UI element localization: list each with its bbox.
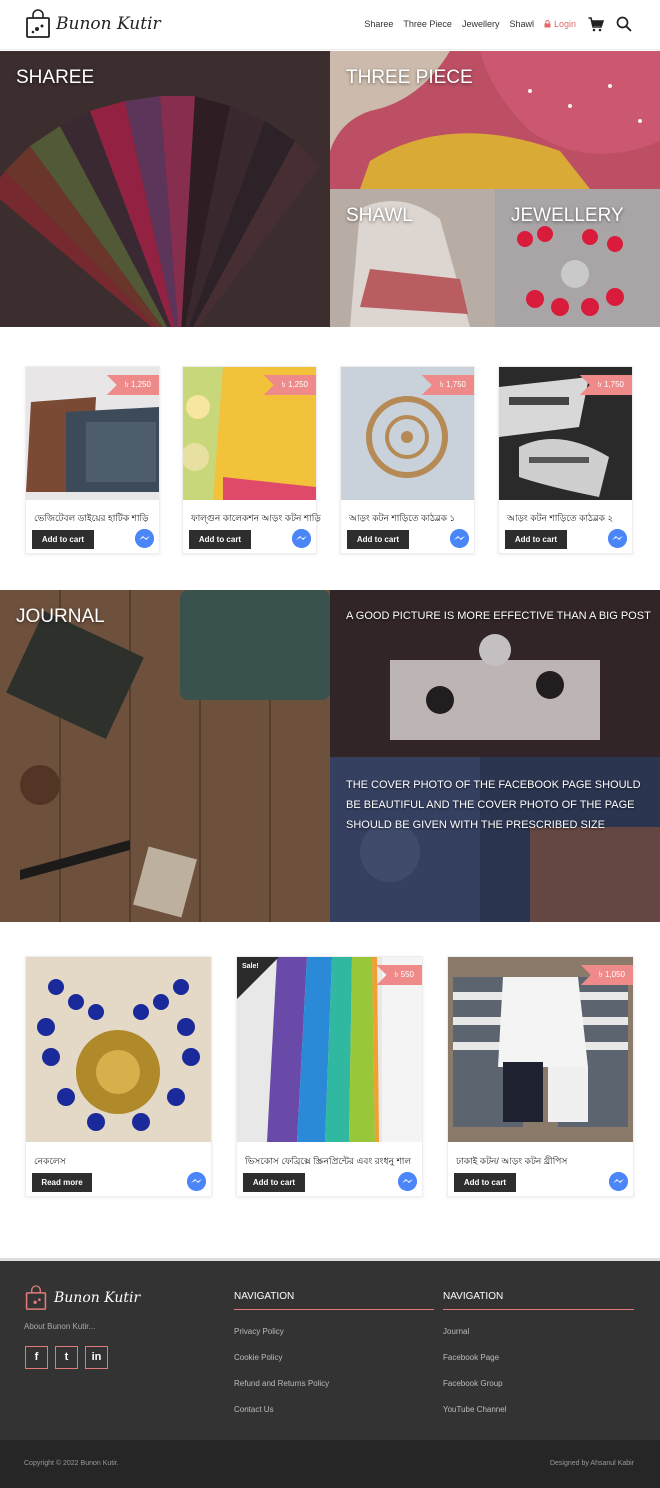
category-label-shawl: SHAWL xyxy=(346,205,413,226)
product-title[interactable]: নেকলেস xyxy=(34,1154,66,1169)
site-header: Bunon Kutir Sharee Three Piece Jewellery… xyxy=(0,0,660,50)
main-nav: Sharee Three Piece Jewellery Shawl Login xyxy=(354,16,632,32)
sale-label: Sale! xyxy=(242,963,259,970)
product-title[interactable]: আড়ং কটন শাড়িতে কাঠব্লক ১ xyxy=(349,511,455,526)
search-icon[interactable] xyxy=(616,16,632,32)
journal-post[interactable]: THE COVER PHOTO OF THE FACEBOOK PAGE SHO… xyxy=(330,757,660,922)
journal-image xyxy=(0,590,330,922)
product-title[interactable]: ঢাকাই কটন/ আড়ং কটন থ্রীপিস xyxy=(456,1154,567,1169)
brand-name: Bunon Kutir xyxy=(56,14,161,34)
nav-shawl[interactable]: Shawl xyxy=(509,19,534,29)
journal-post-title[interactable]: THE COVER PHOTO OF THE FACEBOOK PAGE SHO… xyxy=(346,775,646,835)
add-to-cart-button[interactable]: Add to cart xyxy=(347,530,409,549)
lock-icon xyxy=(544,20,551,28)
category-label-jewellery: JEWELLERY xyxy=(511,205,624,226)
category-sharee[interactable]: SHAREE xyxy=(0,51,330,327)
product-card[interactable]: ৳ 1,050 ঢাকাই কটন/ আড়ং কটন থ্রীপিস Add … xyxy=(447,956,634,1197)
messenger-icon[interactable] xyxy=(187,1172,206,1191)
messenger-icon[interactable] xyxy=(450,529,469,548)
product-title[interactable]: ফাল্গুন কালেকশন আড়ং কটন শাড়ি xyxy=(191,511,321,526)
journal-post[interactable]: A GOOD PICTURE IS MORE EFFECTIVE THAN A … xyxy=(330,590,660,757)
nav-jewellery[interactable]: Jewellery xyxy=(462,19,500,29)
messenger-icon[interactable] xyxy=(292,529,311,548)
product-title[interactable]: আড়ং কটন শাড়িতে কাঠব্লক ২ xyxy=(507,511,613,526)
messenger-icon[interactable] xyxy=(135,529,154,548)
cart-icon[interactable] xyxy=(588,16,604,32)
facebook-icon[interactable]: f xyxy=(25,1346,48,1369)
nav-three-piece[interactable]: Three Piece xyxy=(403,19,452,29)
nav-sharee[interactable]: Sharee xyxy=(364,19,393,29)
category-jewellery[interactable]: JEWELLERY xyxy=(495,189,660,327)
copyright-text: Copyright © 2022 Bunon Kutir. xyxy=(24,1460,119,1467)
footer-link-contact[interactable]: Contact Us xyxy=(234,1405,434,1414)
login-label: Login xyxy=(553,19,576,29)
twitter-icon[interactable]: t xyxy=(55,1346,78,1369)
journal-post-title[interactable]: A GOOD PICTURE IS MORE EFFECTIVE THAN A … xyxy=(346,610,651,622)
footer-nav-1: NAVIGATION Privacy Policy Cookie Policy … xyxy=(234,1291,434,1414)
add-to-cart-button[interactable]: Add to cart xyxy=(243,1173,305,1192)
footer-link-facebook-page[interactable]: Facebook Page xyxy=(443,1353,634,1362)
footer-brand: Bunon Kutir xyxy=(54,1290,141,1306)
product-title[interactable]: ভিসকোস ফেব্রিক্সে স্ক্রিনপ্রিন্টের এবং র… xyxy=(245,1154,411,1169)
footer-nav-heading: NAVIGATION xyxy=(234,1291,434,1310)
product-image xyxy=(26,957,211,1142)
journal-title: JOURNAL xyxy=(16,606,105,627)
designer-credit[interactable]: Designed by Ahsanul Kabir xyxy=(550,1460,634,1467)
category-three-piece[interactable]: THREE PIECE xyxy=(330,51,660,189)
shopping-bag-icon xyxy=(26,9,50,38)
product-card[interactable]: নেকলেস Read more xyxy=(25,956,212,1197)
product-card[interactable]: ৳ 1,250 ফাল্গুন কালেকশন আড়ং কটন শাড়ি A… xyxy=(182,366,321,554)
shopping-bag-icon xyxy=(25,1285,47,1310)
category-label-sharee: SHAREE xyxy=(16,67,95,88)
messenger-icon[interactable] xyxy=(609,1172,628,1191)
add-to-cart-button[interactable]: Add to cart xyxy=(454,1173,516,1192)
footer-nav-2: NAVIGATION Journal Facebook Page Faceboo… xyxy=(443,1291,634,1414)
product-title[interactable]: ভেজিটেবল ডাইয়ের হাটিক শাড়ি xyxy=(34,511,149,526)
add-to-cart-button[interactable]: Add to cart xyxy=(505,530,567,549)
product-card[interactable]: ৳ 1,750 আড়ং কটন শাড়িতে কাঠব্লক ১ Add t… xyxy=(340,366,475,554)
footer-link-journal[interactable]: Journal xyxy=(443,1327,634,1336)
site-footer: Bunon Kutir About Bunon Kutir... f t in … xyxy=(0,1258,660,1440)
footer-logo[interactable]: Bunon Kutir xyxy=(24,1285,140,1311)
login-link[interactable]: Login xyxy=(544,19,576,29)
product-card[interactable]: ৳ 1,750 আড়ং কটন শাড়িতে কাঠব্লক ২ Add t… xyxy=(498,366,633,554)
copyright-bar: Copyright © 2022 Bunon Kutir. Designed b… xyxy=(0,1440,660,1488)
add-to-cart-button[interactable]: Add to cart xyxy=(32,530,94,549)
journal-section[interactable]: JOURNAL xyxy=(0,590,330,922)
messenger-icon[interactable] xyxy=(398,1172,417,1191)
add-to-cart-button[interactable]: Add to cart xyxy=(189,530,251,549)
category-shawl[interactable]: SHAWL xyxy=(330,189,495,327)
footer-link-youtube[interactable]: YouTube Channel xyxy=(443,1405,634,1414)
footer-link-refund[interactable]: Refund and Returns Policy xyxy=(234,1379,434,1388)
messenger-icon[interactable] xyxy=(608,529,627,548)
product-card[interactable]: Sale! ৳ 550 ভিসকোস ফেব্রিক্সে স্ক্রিনপ্র… xyxy=(236,956,423,1197)
read-more-button[interactable]: Read more xyxy=(32,1173,92,1192)
footer-link-cookie[interactable]: Cookie Policy xyxy=(234,1353,434,1362)
footer-link-facebook-group[interactable]: Facebook Group xyxy=(443,1379,634,1388)
linkedin-icon[interactable]: in xyxy=(85,1346,108,1369)
about-link[interactable]: About Bunon Kutir... xyxy=(24,1322,95,1331)
brand-logo[interactable]: Bunon Kutir xyxy=(24,9,161,39)
product-card[interactable]: ৳ 1,250 ভেজিটেবল ডাইয়ের হাটিক শাড়ি Add… xyxy=(25,366,160,554)
footer-nav-heading: NAVIGATION xyxy=(443,1291,634,1310)
category-label-three-piece: THREE PIECE xyxy=(346,67,473,88)
footer-link-privacy[interactable]: Privacy Policy xyxy=(234,1327,434,1336)
sharee-image xyxy=(0,51,330,327)
